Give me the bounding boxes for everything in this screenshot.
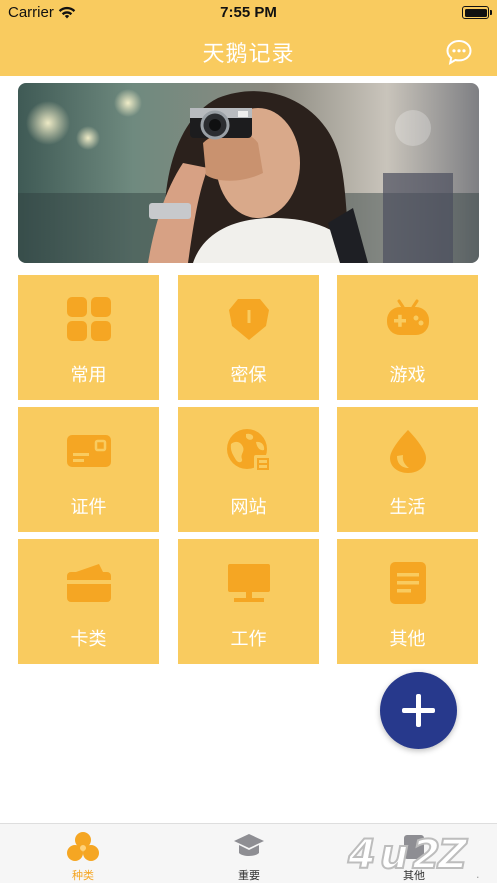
id-card-icon <box>67 435 111 467</box>
category-label: 常用 <box>70 365 107 386</box>
category-tile-other[interactable]: 其他 <box>337 539 478 664</box>
category-label: 密保 <box>230 365 267 386</box>
water-drop-icon <box>390 430 426 473</box>
svg-text:4u2: 4u2 <box>347 832 444 878</box>
svg-text:.: . <box>476 868 480 881</box>
svg-text:Z: Z <box>436 832 468 878</box>
graduation-cap-icon <box>234 834 264 856</box>
category-tile-life[interactable]: 生活 <box>337 407 478 532</box>
category-label: 生活 <box>389 497 426 518</box>
tab-label: 种类 <box>72 869 94 882</box>
category-tile-website[interactable]: 网站 <box>178 407 319 532</box>
wallet-card-icon <box>67 564 111 602</box>
tab-label: 重要 <box>238 869 260 882</box>
banner-photo[interactable] <box>18 83 479 263</box>
category-tile-work[interactable]: 工作 <box>178 539 319 664</box>
category-label: 其他 <box>389 629 426 650</box>
category-tile-id[interactable]: 证件 <box>18 407 159 532</box>
status-bar: Carrier 7:55 PM <box>0 0 497 26</box>
watermark-logo: 4u2 Z . <box>346 831 480 881</box>
category-label: 网站 <box>230 497 267 518</box>
document-icon <box>390 562 426 604</box>
category-label: 游戏 <box>389 365 426 386</box>
battery-icon <box>462 6 492 19</box>
category-label: 卡类 <box>70 629 107 650</box>
tab-important[interactable]: 重要 <box>166 824 332 883</box>
category-label: 证件 <box>70 497 107 518</box>
gamepad-icon <box>387 299 429 335</box>
category-label: 工作 <box>230 629 267 650</box>
grid-icon <box>67 297 111 341</box>
monitor-icon <box>228 564 270 602</box>
shield-icon <box>229 299 269 340</box>
add-button[interactable] <box>380 672 457 749</box>
tab-category[interactable]: 种类 <box>0 824 166 883</box>
category-icon <box>67 832 99 861</box>
category-tile-security[interactable]: 密保 <box>178 275 319 400</box>
nav-bar: 天鹅记录 <box>0 26 497 76</box>
page-title: 天鹅记录 <box>202 42 295 67</box>
chat-bubble-icon[interactable] <box>445 38 473 66</box>
status-time: 7:55 PM <box>220 4 277 21</box>
category-tile-cards[interactable]: 卡类 <box>18 539 159 664</box>
category-tile-common[interactable]: 常用 <box>18 275 159 400</box>
category-tile-games[interactable]: 游戏 <box>337 275 478 400</box>
globe-icon <box>227 429 272 473</box>
